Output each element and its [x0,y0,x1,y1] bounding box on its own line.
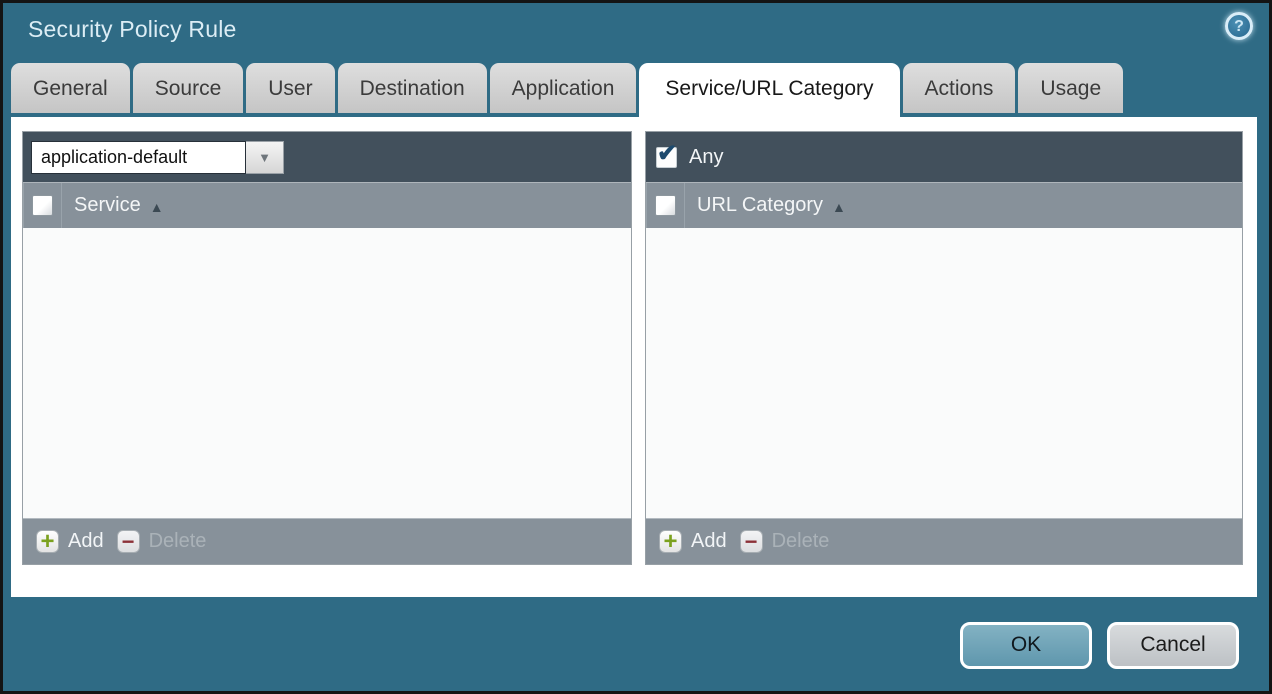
delete-icon: − [117,530,140,553]
service-delete-button[interactable]: − Delete [117,530,207,553]
tab-general[interactable]: General [11,63,130,113]
tab-bar: General Source User Destination Applicat… [11,63,1123,121]
sort-ascending-icon[interactable]: ▲ [150,197,164,215]
service-column-label[interactable]: Service [74,194,141,217]
any-checkbox-row: ✔ Any [656,146,723,169]
tab-application[interactable]: Application [490,63,637,113]
service-table-body[interactable] [23,228,631,518]
url-category-panel: ✔ Any URL Category ▲ + Add − [645,131,1243,565]
url-category-panel-header: ✔ Any [646,132,1242,182]
chevron-down-icon: ▼ [258,150,271,165]
service-panel: application-default ▼ Service ▲ + Add [22,131,632,565]
service-add-button[interactable]: + Add [36,530,104,553]
tab-service-url-category[interactable]: Service/URL Category [639,63,899,121]
url-category-select-all-cell [646,183,685,228]
url-category-select-all-checkbox[interactable] [655,195,676,216]
url-category-table-body[interactable] [646,228,1242,518]
tab-user[interactable]: User [246,63,334,113]
cancel-button[interactable]: Cancel [1107,622,1239,669]
ok-button[interactable]: OK [960,622,1092,669]
add-icon: + [36,530,59,553]
service-type-dropdown-value[interactable]: application-default [31,141,246,174]
url-category-panel-footer: + Add − Delete [646,518,1242,564]
url-category-column-label[interactable]: URL Category [697,194,823,217]
add-icon: + [659,530,682,553]
dropdown-arrow-button[interactable]: ▼ [246,141,284,174]
tab-source[interactable]: Source [133,63,244,113]
service-table-header: Service ▲ [23,182,631,228]
url-category-delete-button[interactable]: − Delete [740,530,830,553]
add-button-label: Add [68,530,104,553]
delete-button-label: Delete [772,530,830,553]
dialog-title: Security Policy Rule [28,16,237,43]
any-checkbox-label[interactable]: Any [689,146,723,169]
service-type-dropdown[interactable]: application-default ▼ [31,141,284,174]
url-category-add-button[interactable]: + Add [659,530,727,553]
tab-usage[interactable]: Usage [1018,63,1123,113]
url-category-table-header: URL Category ▲ [646,182,1242,228]
delete-button-label: Delete [149,530,207,553]
add-button-label: Add [691,530,727,553]
service-select-all-checkbox[interactable] [32,195,53,216]
checkmark-icon: ✔ [657,139,677,168]
tab-actions[interactable]: Actions [903,63,1016,113]
tab-destination[interactable]: Destination [338,63,487,113]
service-panel-footer: + Add − Delete [23,518,631,564]
help-icon[interactable]: ? [1225,12,1253,40]
service-panel-header: application-default ▼ [23,132,631,182]
delete-icon: − [740,530,763,553]
security-policy-rule-dialog: Security Policy Rule ? General Source Us… [0,0,1272,694]
any-checkbox[interactable]: ✔ [656,147,677,168]
service-select-all-cell [23,183,62,228]
tab-content-area: application-default ▼ Service ▲ + Add [11,117,1257,597]
sort-ascending-icon[interactable]: ▲ [832,197,846,215]
